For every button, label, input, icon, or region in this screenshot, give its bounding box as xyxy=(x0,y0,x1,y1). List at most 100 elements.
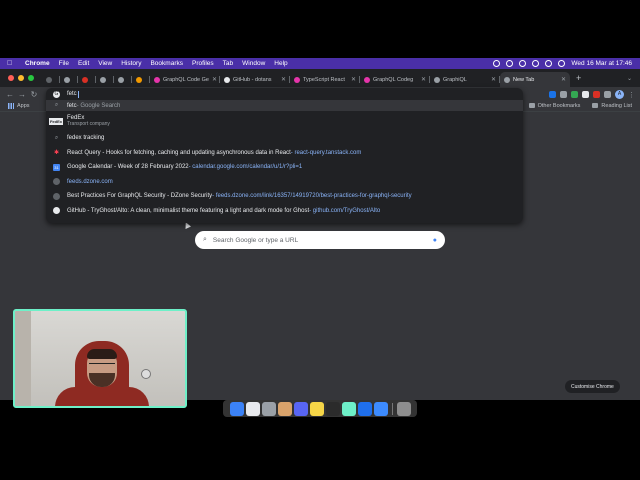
dock-app-icon[interactable] xyxy=(245,401,260,416)
tab-8[interactable]: TypeScript React ✕ xyxy=(290,72,360,87)
reload-icon[interactable]: ↻ xyxy=(28,90,40,99)
dock-app-icon[interactable] xyxy=(357,401,372,416)
tab-6[interactable]: GraphQL Code Ge ✕ xyxy=(150,72,220,87)
suggestion-fedex[interactable]: FedEx FedEx Transport company xyxy=(46,111,523,131)
dock-app-icon[interactable] xyxy=(261,401,276,416)
suggestion-graphql-security[interactable]: Best Practices For GraphQL Security - DZ… xyxy=(46,189,523,204)
window-controls xyxy=(8,75,34,81)
close-tab-icon[interactable]: ✕ xyxy=(558,76,566,83)
puzzle-icon[interactable] xyxy=(604,90,611,98)
tab-9[interactable]: GraphQL Codeg ✕ xyxy=(360,72,430,87)
folder-icon xyxy=(528,103,535,109)
dock-app-icon[interactable] xyxy=(373,401,388,416)
back-icon[interactable]: ← xyxy=(4,90,16,99)
reading-list[interactable]: Reading List xyxy=(592,103,632,109)
tab-favicon-icon xyxy=(294,76,300,83)
dock-separator xyxy=(391,402,393,415)
close-tab-icon[interactable]: ✕ xyxy=(488,76,496,83)
tab-favicon-icon xyxy=(118,76,124,83)
apps-grid-icon xyxy=(8,103,14,109)
extension-icon[interactable] xyxy=(593,90,600,98)
tab-3[interactable] xyxy=(96,72,114,87)
close-tab-icon[interactable]: ✕ xyxy=(209,76,217,83)
menu-tab[interactable]: Tab xyxy=(223,60,233,67)
profile-avatar[interactable]: A xyxy=(615,89,624,99)
suggestion-github-alto[interactable]: GitHub - TryGhost/Alto: A clean, minimal… xyxy=(46,204,523,219)
tab-1[interactable] xyxy=(60,72,78,87)
suggestion-google-calendar[interactable]: 31 Google Calendar - Week of 28 February… xyxy=(46,160,523,175)
tab-2[interactable] xyxy=(78,72,96,87)
battery-icon[interactable] xyxy=(532,60,540,67)
tab-label: GitHub - dotans xyxy=(233,76,272,83)
omnibox-dropdown: G fetc ⌕ fetc - Google Search FedEx FedE… xyxy=(46,88,523,223)
kebab-menu-icon[interactable]: ⋮ xyxy=(628,91,635,99)
customise-chrome-button[interactable]: Customise Chrome xyxy=(565,380,620,393)
zoom-window-icon[interactable] xyxy=(28,75,34,81)
menu-edit[interactable]: Edit xyxy=(78,60,89,67)
tab-label: New Tab xyxy=(513,76,535,83)
tab-0[interactable] xyxy=(42,72,60,87)
tab-label: GraphiQL xyxy=(443,76,467,83)
suggestion-search-fetc[interactable]: ⌕ fetc - Google Search xyxy=(46,100,523,111)
wifi-icon[interactable] xyxy=(519,60,527,67)
microphone-icon[interactable]: ● xyxy=(433,237,437,244)
menu-history[interactable]: History xyxy=(121,60,141,67)
record-status-icon[interactable] xyxy=(493,60,501,67)
suggestion-fedex-tracking[interactable]: ⌕ fedex tracking xyxy=(46,131,523,146)
control-center-icon[interactable] xyxy=(558,60,566,67)
close-window-icon[interactable] xyxy=(8,75,14,81)
other-bookmarks-label: Other Bookmarks xyxy=(537,103,581,109)
webcam-person-hair xyxy=(87,349,117,359)
suggestion-url: - github.com/TryGhost/Alto xyxy=(309,207,381,214)
other-bookmarks[interactable]: Other Bookmarks xyxy=(528,103,581,109)
dock-app-icon[interactable] xyxy=(277,401,292,416)
search-spotlight-icon[interactable] xyxy=(545,60,553,67)
omnibox-input[interactable]: G fetc xyxy=(46,88,523,100)
close-tab-icon[interactable]: ✕ xyxy=(278,76,286,83)
tab-favicon-icon xyxy=(224,76,230,83)
react-query-icon: ✱ xyxy=(53,150,60,157)
menu-help[interactable]: Help xyxy=(274,60,287,67)
suggestion-title: fetc xyxy=(67,102,77,109)
menu-bookmarks[interactable]: Bookmarks xyxy=(150,60,183,67)
dock-app-icon[interactable] xyxy=(309,401,324,416)
dock-app-icon[interactable] xyxy=(341,401,356,416)
menu-profiles[interactable]: Profiles xyxy=(192,60,214,67)
menubar-clock[interactable]: Wed 16 Mar at 17:46 xyxy=(571,60,632,67)
apple-menu-icon[interactable]:  xyxy=(7,60,17,67)
tab-search-icon[interactable]: ⌄ xyxy=(627,75,632,82)
menu-view[interactable]: View xyxy=(98,60,112,67)
menu-window[interactable]: Window xyxy=(242,60,265,67)
extension-icon[interactable] xyxy=(560,90,567,98)
dock-app-icon[interactable] xyxy=(229,401,244,416)
apps-shortcut[interactable]: Apps xyxy=(8,103,30,109)
webcam-person-body xyxy=(55,387,149,406)
menu-app-chrome[interactable]: Chrome xyxy=(25,60,50,67)
ntp-search-box[interactable]: ⌕ Search Google or type a URL ● xyxy=(195,231,445,249)
suggestion-title: Best Practices For GraphQL Security - DZ… xyxy=(67,193,213,200)
menu-file[interactable]: File xyxy=(59,60,69,67)
tab-10[interactable]: GraphiQL ✕ xyxy=(430,72,500,87)
suggestion-title: Google Calendar - Week of 28 February 20… xyxy=(67,164,189,171)
tabs-container: GraphQL Code Ge ✕ GitHub - dotans ✕ TypeScri… xyxy=(42,69,500,87)
dock-app-icon[interactable] xyxy=(325,401,340,416)
minimize-window-icon[interactable] xyxy=(18,75,24,81)
tab-new-tab[interactable]: New Tab ✕ xyxy=(500,72,570,87)
suggestion-react-query[interactable]: ✱ React Query - Hooks for fetching, cach… xyxy=(46,146,523,161)
close-tab-icon[interactable]: ✕ xyxy=(348,76,356,83)
extension-icon[interactable] xyxy=(571,90,578,98)
dock-app-icon[interactable] xyxy=(293,401,308,416)
new-tab-button[interactable]: + xyxy=(576,73,581,83)
extension-icon[interactable] xyxy=(549,90,556,98)
close-tab-icon[interactable]: ✕ xyxy=(418,76,426,83)
suggestion-dzone[interactable]: feeds.dzone.com xyxy=(46,175,523,190)
tab-favicon-icon xyxy=(100,76,106,83)
tab-4[interactable] xyxy=(114,72,132,87)
tab-7[interactable]: GitHub - dotans ✕ xyxy=(220,72,290,87)
trash-icon[interactable] xyxy=(396,401,411,416)
vpn-status-icon[interactable] xyxy=(506,60,514,67)
tab-label: GraphQL Code Ge xyxy=(163,76,209,83)
tab-5[interactable] xyxy=(132,72,150,87)
forward-icon[interactable]: → xyxy=(16,90,28,99)
extension-icon[interactable] xyxy=(582,90,589,98)
